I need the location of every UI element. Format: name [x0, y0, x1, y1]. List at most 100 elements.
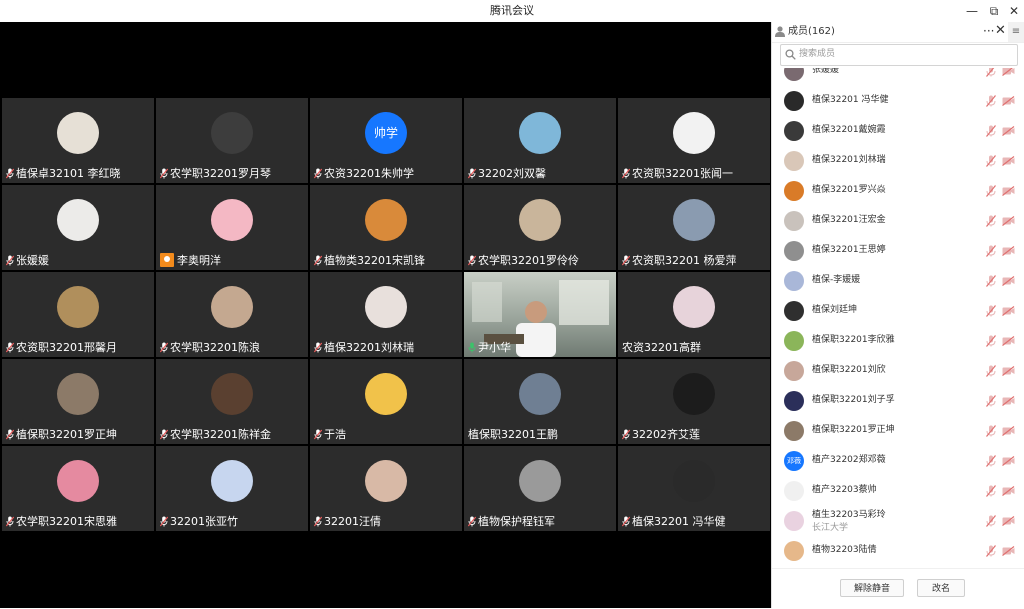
member-camera-off-icon[interactable]	[1002, 156, 1015, 166]
member-row[interactable]: 植保职32201李欣雅	[772, 326, 1024, 356]
participant-avatar	[673, 373, 715, 415]
member-row[interactable]: 植保32201王思婷	[772, 236, 1024, 266]
participant-tile[interactable]: 植保职32201王鹏	[464, 359, 616, 444]
participant-tile[interactable]: 张媛媛	[2, 185, 154, 270]
participant-tile[interactable]: 植物类32201宋凯锋	[310, 185, 462, 270]
member-row[interactable]: 植保职32201罗正坤	[772, 416, 1024, 446]
participant-name-text: 农学职32201罗伶伶	[478, 254, 579, 267]
member-row[interactable]: 植生32203马彩玲 长江大学	[772, 506, 1024, 536]
participant-name-text: 于浩	[324, 428, 346, 441]
member-row[interactable]: 植保32201汪宏金	[772, 206, 1024, 236]
more-options-icon[interactable]: ···	[983, 24, 994, 38]
member-row[interactable]: 植保职32201刘欣	[772, 356, 1024, 386]
participant-tile[interactable]: 32202齐艾莲	[618, 359, 770, 444]
member-org: 长江大学	[812, 523, 849, 533]
member-mic-muted-icon[interactable]	[986, 245, 996, 257]
member-row[interactable]: 邓薇 植产32202郑邓薇	[772, 446, 1024, 476]
participant-avatar: 帅学	[365, 112, 407, 154]
rename-button[interactable]: 改名	[917, 579, 965, 597]
member-mic-muted-icon[interactable]	[986, 365, 996, 377]
member-camera-off-icon[interactable]	[1002, 216, 1015, 226]
member-camera-off-icon[interactable]	[1002, 126, 1015, 136]
participant-tile[interactable]: 农学职32201陈浪	[156, 272, 308, 357]
participant-tile[interactable]: 农资职32201张闻一	[618, 98, 770, 183]
member-row[interactable]: 植保-李媛媛	[772, 266, 1024, 296]
member-mic-muted-icon[interactable]	[986, 395, 996, 407]
participant-tile[interactable]: 农资职32201 杨爱萍	[618, 185, 770, 270]
member-camera-off-icon[interactable]	[1002, 516, 1015, 526]
member-avatar	[784, 271, 804, 291]
close-window-button[interactable]: ✕	[1002, 0, 1024, 22]
participant-tile[interactable]: 植保32201刘林瑞	[310, 272, 462, 357]
member-camera-off-icon[interactable]	[1002, 366, 1015, 376]
member-row[interactable]: 植物32203陆倩	[772, 536, 1024, 566]
member-row[interactable]: 植保32201戴婉霞	[772, 116, 1024, 146]
participant-tile[interactable]: 植物保护程钰军	[464, 446, 616, 531]
participant-tile[interactable]: 农学职32201罗伶伶	[464, 185, 616, 270]
member-row[interactable]: 植保32201罗兴焱	[772, 176, 1024, 206]
participant-tile[interactable]: 植保32201 冯华健	[618, 446, 770, 531]
members-title: 成员(162)	[788, 26, 835, 37]
unmute-button[interactable]: 解除静音	[840, 579, 904, 597]
participant-tile[interactable]: 32201张亚竹	[156, 446, 308, 531]
participant-name-text: 农学职32201罗月琴	[170, 167, 271, 180]
mic-muted-icon	[6, 255, 14, 266]
member-camera-off-icon[interactable]	[1002, 486, 1015, 496]
minimize-button[interactable]: —	[960, 0, 984, 22]
participant-name: 农学职32201罗伶伶	[468, 254, 579, 268]
member-camera-off-icon[interactable]	[1002, 68, 1015, 76]
member-camera-off-icon[interactable]	[1002, 456, 1015, 466]
member-name: 植保刘廷坤	[812, 305, 858, 315]
participant-tile[interactable]: 农学职32201宋思雅	[2, 446, 154, 531]
participant-tile[interactable]: 32202刘双馨	[464, 98, 616, 183]
member-camera-off-icon[interactable]	[1002, 396, 1015, 406]
member-mic-muted-icon[interactable]	[986, 155, 996, 167]
participant-tile[interactable]: 植保卓32101 李红晓	[2, 98, 154, 183]
member-camera-off-icon[interactable]	[1002, 186, 1015, 196]
member-avatar	[784, 541, 804, 561]
member-mic-muted-icon[interactable]	[986, 485, 996, 497]
member-row[interactable]: 张媛媛	[772, 68, 1024, 86]
member-search[interactable]	[780, 44, 1018, 66]
member-camera-off-icon[interactable]	[1002, 336, 1015, 346]
member-camera-off-icon[interactable]	[1002, 246, 1015, 256]
member-mic-muted-icon[interactable]	[986, 335, 996, 347]
participant-avatar	[365, 286, 407, 328]
member-mic-muted-icon[interactable]	[986, 455, 996, 467]
close-panel-icon[interactable]: ✕	[995, 23, 1006, 39]
member-camera-off-icon[interactable]	[1002, 426, 1015, 436]
member-mic-muted-icon[interactable]	[986, 515, 996, 527]
member-row[interactable]: 植保32201刘林瑞	[772, 146, 1024, 176]
participant-tile[interactable]: 农学职32201陈祥金	[156, 359, 308, 444]
participant-tile[interactable]: 李奥明洋	[156, 185, 308, 270]
panel-menu-icon[interactable]: ≡	[1008, 22, 1024, 42]
user-icon	[775, 26, 785, 37]
member-mic-muted-icon[interactable]	[986, 95, 996, 107]
member-row[interactable]: 植保32201 冯华健	[772, 86, 1024, 116]
member-row[interactable]: 植产32203蔡帅	[772, 476, 1024, 506]
member-camera-off-icon[interactable]	[1002, 96, 1015, 106]
member-mic-muted-icon[interactable]	[986, 545, 996, 557]
participant-tile[interactable]: 农资32201高群	[618, 272, 770, 357]
member-camera-off-icon[interactable]	[1002, 306, 1015, 316]
participant-tile[interactable]: 32201汪倩	[310, 446, 462, 531]
search-input[interactable]	[799, 47, 999, 61]
member-name: 植保职32201刘欣	[812, 365, 886, 375]
member-mic-muted-icon[interactable]	[986, 68, 996, 77]
member-mic-muted-icon[interactable]	[986, 125, 996, 137]
participant-tile[interactable]: 农学职32201罗月琴	[156, 98, 308, 183]
participant-tile[interactable]: 尹小华	[464, 272, 616, 357]
participant-tile[interactable]: 植保职32201罗正坤	[2, 359, 154, 444]
member-mic-muted-icon[interactable]	[986, 425, 996, 437]
participant-tile[interactable]: 农资职32201邢馨月	[2, 272, 154, 357]
member-camera-off-icon[interactable]	[1002, 276, 1015, 286]
member-mic-muted-icon[interactable]	[986, 185, 996, 197]
member-camera-off-icon[interactable]	[1002, 546, 1015, 556]
member-mic-muted-icon[interactable]	[986, 275, 996, 287]
member-row[interactable]: 植保职32201刘子孚	[772, 386, 1024, 416]
member-row[interactable]: 植保刘廷坤	[772, 296, 1024, 326]
member-mic-muted-icon[interactable]	[986, 305, 996, 317]
participant-tile[interactable]: 于浩	[310, 359, 462, 444]
member-mic-muted-icon[interactable]	[986, 215, 996, 227]
participant-tile[interactable]: 帅学 农资32201朱帅学	[310, 98, 462, 183]
